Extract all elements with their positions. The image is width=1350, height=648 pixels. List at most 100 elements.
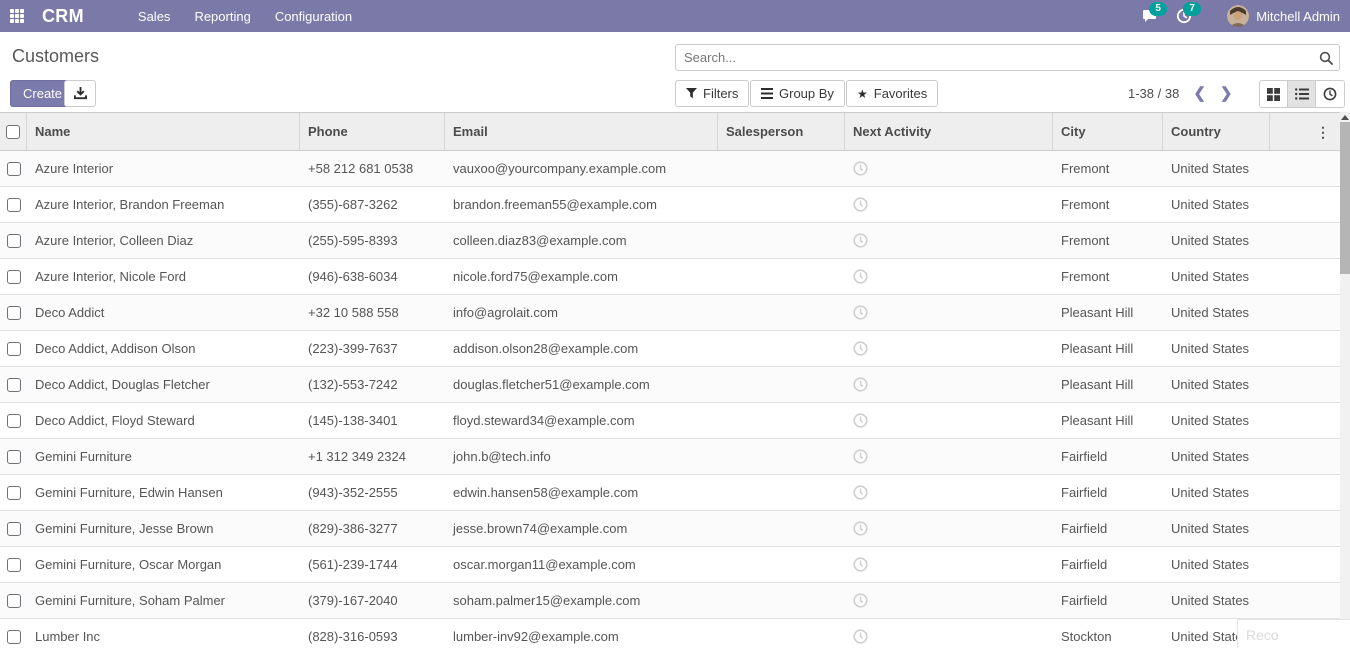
table-row[interactable]: Deco Addict, Addison Olson (223)-399-763…	[0, 331, 1340, 367]
cell-city[interactable]: Fairfield	[1053, 475, 1163, 510]
cell-next-activity[interactable]	[845, 619, 1053, 648]
cell-city[interactable]: Fairfield	[1053, 439, 1163, 474]
cell-next-activity[interactable]	[845, 475, 1053, 510]
cell-email[interactable]: lumber-inv92@example.com	[445, 619, 718, 648]
table-row[interactable]: Gemini Furniture, Oscar Morgan (561)-239…	[0, 547, 1340, 583]
cell-name[interactable]: Gemini Furniture, Edwin Hansen	[27, 475, 300, 510]
cell-phone[interactable]: (255)-595-8393	[300, 223, 445, 258]
cell-next-activity[interactable]	[845, 295, 1053, 330]
row-checkbox[interactable]	[7, 342, 21, 356]
table-row[interactable]: Azure Interior +58 212 681 0538 vauxoo@y…	[0, 151, 1340, 187]
cell-salesperson[interactable]	[718, 259, 845, 294]
cell-next-activity[interactable]	[845, 403, 1053, 438]
cell-name[interactable]: Azure Interior, Colleen Diaz	[27, 223, 300, 258]
cell-city[interactable]: Pleasant Hill	[1053, 295, 1163, 330]
cell-next-activity[interactable]	[845, 439, 1053, 474]
cell-country[interactable]: United States	[1163, 583, 1270, 618]
row-checkbox[interactable]	[7, 162, 21, 176]
table-row[interactable]: Gemini Furniture, Jesse Brown (829)-386-…	[0, 511, 1340, 547]
cell-city[interactable]: Fremont	[1053, 259, 1163, 294]
menu-reporting[interactable]: Reporting	[182, 0, 262, 32]
cell-email[interactable]: colleen.diaz83@example.com	[445, 223, 718, 258]
cell-email[interactable]: nicole.ford75@example.com	[445, 259, 718, 294]
column-header-phone[interactable]: Phone	[300, 113, 445, 150]
table-row[interactable]: Deco Addict, Douglas Fletcher (132)-553-…	[0, 367, 1340, 403]
cell-email[interactable]: jesse.brown74@example.com	[445, 511, 718, 546]
filters-button[interactable]: Filters	[675, 80, 749, 107]
menu-sales[interactable]: Sales	[126, 0, 183, 32]
cell-phone[interactable]: (829)-386-3277	[300, 511, 445, 546]
cell-email[interactable]: oscar.morgan11@example.com	[445, 547, 718, 582]
cell-salesperson[interactable]	[718, 403, 845, 438]
app-brand[interactable]: CRM	[34, 6, 98, 27]
cell-phone[interactable]: (132)-553-7242	[300, 367, 445, 402]
row-checkbox[interactable]	[7, 378, 21, 392]
search-input[interactable]	[676, 50, 1313, 65]
user-menu[interactable]: Mitchell Admin	[1201, 5, 1350, 27]
row-checkbox[interactable]	[7, 486, 21, 500]
activities-button[interactable]: 7	[1167, 0, 1201, 32]
favorites-button[interactable]: ★ Favorites	[846, 80, 938, 107]
column-header-salesperson[interactable]: Salesperson	[718, 113, 845, 150]
cell-country[interactable]: United States	[1163, 259, 1270, 294]
pager-next-button[interactable]: ❯	[1220, 80, 1233, 107]
cell-city[interactable]: Stockton	[1053, 619, 1163, 648]
menu-configuration[interactable]: Configuration	[263, 0, 364, 32]
export-button[interactable]	[64, 80, 96, 107]
cell-city[interactable]: Fairfield	[1053, 583, 1163, 618]
cell-country[interactable]: United States	[1163, 439, 1270, 474]
cell-name[interactable]: Azure Interior	[27, 151, 300, 186]
cell-next-activity[interactable]	[845, 151, 1053, 186]
scroll-up-arrow[interactable]	[1340, 112, 1350, 122]
cell-phone[interactable]: +58 212 681 0538	[300, 151, 445, 186]
table-row[interactable]: Azure Interior, Colleen Diaz (255)-595-8…	[0, 223, 1340, 259]
table-row[interactable]: Azure Interior, Nicole Ford (946)-638-60…	[0, 259, 1340, 295]
cell-country[interactable]: United States	[1163, 187, 1270, 222]
column-header-city[interactable]: City	[1053, 113, 1163, 150]
cell-city[interactable]: Pleasant Hill	[1053, 403, 1163, 438]
vertical-scrollbar[interactable]	[1340, 112, 1350, 648]
cell-email[interactable]: douglas.fletcher51@example.com	[445, 367, 718, 402]
cell-salesperson[interactable]	[718, 439, 845, 474]
optional-columns-icon[interactable]: ⋮	[1316, 127, 1332, 137]
cell-name[interactable]: Gemini Furniture, Soham Palmer	[27, 583, 300, 618]
activity-view-button[interactable]	[1316, 81, 1344, 107]
cell-name[interactable]: Lumber Inc	[27, 619, 300, 648]
cell-country[interactable]: United States	[1163, 151, 1270, 186]
cell-city[interactable]: Fremont	[1053, 187, 1163, 222]
cell-next-activity[interactable]	[845, 223, 1053, 258]
cell-phone[interactable]: (943)-352-2555	[300, 475, 445, 510]
cell-name[interactable]: Azure Interior, Brandon Freeman	[27, 187, 300, 222]
row-checkbox[interactable]	[7, 558, 21, 572]
cell-city[interactable]: Fairfield	[1053, 511, 1163, 546]
table-row[interactable]: Gemini Furniture, Soham Palmer (379)-167…	[0, 583, 1340, 619]
group-by-button[interactable]: Group By	[750, 80, 845, 107]
cell-city[interactable]: Fairfield	[1053, 547, 1163, 582]
cell-name[interactable]: Deco Addict, Douglas Fletcher	[27, 367, 300, 402]
cell-country[interactable]: United States	[1163, 547, 1270, 582]
cell-phone[interactable]: +32 10 588 558	[300, 295, 445, 330]
cell-salesperson[interactable]	[718, 547, 845, 582]
cell-next-activity[interactable]	[845, 511, 1053, 546]
select-all-checkbox[interactable]	[6, 125, 20, 139]
row-checkbox[interactable]	[7, 270, 21, 284]
cell-city[interactable]: Pleasant Hill	[1053, 367, 1163, 402]
cell-country[interactable]: United States	[1163, 223, 1270, 258]
cell-salesperson[interactable]	[718, 511, 845, 546]
cell-city[interactable]: Fremont	[1053, 151, 1163, 186]
cell-next-activity[interactable]	[845, 367, 1053, 402]
pager-previous-button[interactable]: ❮	[1193, 80, 1206, 107]
cell-phone[interactable]: +1 312 349 2324	[300, 439, 445, 474]
row-checkbox[interactable]	[7, 630, 21, 644]
table-row[interactable]: Azure Interior, Brandon Freeman (355)-68…	[0, 187, 1340, 223]
column-header-country[interactable]: Country	[1163, 113, 1270, 150]
cell-country[interactable]: United States	[1163, 331, 1270, 366]
table-row[interactable]: Gemini Furniture +1 312 349 2324 john.b@…	[0, 439, 1340, 475]
cell-salesperson[interactable]	[718, 151, 845, 186]
cell-name[interactable]: Deco Addict	[27, 295, 300, 330]
list-view-button[interactable]	[1288, 81, 1316, 107]
row-checkbox[interactable]	[7, 594, 21, 608]
row-checkbox[interactable]	[7, 414, 21, 428]
row-checkbox[interactable]	[7, 198, 21, 212]
cell-salesperson[interactable]	[718, 295, 845, 330]
